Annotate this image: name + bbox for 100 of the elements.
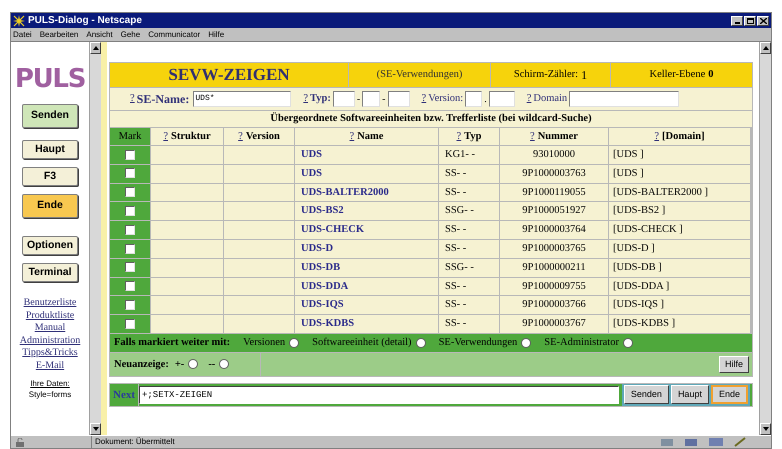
help-link[interactable]: ? <box>456 128 462 144</box>
name-link[interactable]: UDS-KDBS <box>295 315 438 333</box>
option-label: +- <box>174 358 184 372</box>
help-link[interactable]: ? <box>238 128 243 144</box>
scroll-up-button[interactable] <box>760 42 771 54</box>
menu-item[interactable]: Hilfe <box>208 28 224 40</box>
column-header: Struktur <box>170 130 211 144</box>
column-header: Mark <box>110 128 150 145</box>
input-field[interactable] <box>569 91 680 107</box>
help-link[interactable]: ? <box>163 128 168 144</box>
name-link[interactable]: UDS <box>295 146 438 164</box>
sidebar-button[interactable]: Optionen <box>22 236 78 255</box>
table-cell: [UDS-KDBS ] <box>609 315 750 333</box>
page-subtitle: (SE-Verwendungen) <box>349 63 490 87</box>
menu-item[interactable]: Bearbeiten <box>40 28 78 40</box>
separator-text: - <box>382 92 386 106</box>
puls-logo: PULS <box>14 66 86 92</box>
table-cell: [UDS-D ] <box>609 240 750 258</box>
counter-value: 1 <box>581 67 588 84</box>
name-link[interactable]: UDS-BS2 <box>295 202 438 220</box>
checkbox[interactable] <box>125 206 135 216</box>
scroll-down-button[interactable] <box>90 423 101 435</box>
option-label: Versionen <box>243 336 286 350</box>
sidebar-button[interactable]: Ende <box>22 194 78 218</box>
radio-button[interactable] <box>289 338 300 348</box>
name-link[interactable]: UDS <box>295 164 438 183</box>
table-cell: 9P1000000211 <box>500 258 608 277</box>
sidebar-link[interactable]: Manual <box>34 322 66 334</box>
checkbox[interactable] <box>125 281 135 292</box>
help-link[interactable]: ? <box>526 91 532 107</box>
option-label: SE-Verwendungen <box>438 336 518 350</box>
name-link[interactable]: UDS-IQS <box>295 296 438 314</box>
help-link[interactable]: ? <box>530 128 535 144</box>
nav-button[interactable]: Senden <box>624 385 669 404</box>
next-label: Next <box>110 384 138 406</box>
sidebar-link[interactable]: E-Mail <box>36 360 64 372</box>
minimize-button[interactable] <box>731 16 743 26</box>
table-cell: 93010000 <box>500 146 608 164</box>
sidebar-button[interactable]: F3 <box>22 167 78 186</box>
table-cell <box>151 258 223 277</box>
help-link[interactable]: ? <box>303 91 308 107</box>
name-link[interactable]: UDS-DDA <box>295 278 438 296</box>
table-cell: [UDS-CHECK ] <box>609 221 750 239</box>
radio-button[interactable] <box>188 359 198 370</box>
sidebar-link[interactable]: Benutzerliste <box>24 297 76 310</box>
name-link[interactable]: UDS-BALTER2000 <box>295 184 438 202</box>
help-link[interactable]: ? <box>422 91 426 107</box>
security-icon[interactable] <box>15 438 25 446</box>
sidebar-button[interactable]: Senden <box>22 104 78 128</box>
nav-button[interactable]: Ende <box>710 385 748 404</box>
checkbox[interactable] <box>125 262 135 272</box>
menu-item[interactable]: Datei <box>13 28 32 40</box>
radio-button[interactable] <box>416 338 426 348</box>
help-link[interactable]: ? <box>350 128 354 144</box>
input-field[interactable] <box>488 91 515 107</box>
checkbox[interactable] <box>125 187 135 198</box>
radio-button[interactable] <box>622 338 633 348</box>
checkbox[interactable] <box>125 150 135 160</box>
nav-button[interactable]: Haupt <box>670 385 709 404</box>
scroll-up-button[interactable] <box>90 42 101 54</box>
menu-item[interactable]: Communicator <box>148 28 200 40</box>
input-field[interactable] <box>388 91 410 107</box>
name-link[interactable]: UDS-CHECK <box>295 221 438 239</box>
sidebar-link[interactable]: Tipps&Tricks <box>22 347 78 360</box>
table-cell <box>224 202 294 220</box>
name-link[interactable]: UDS-D <box>295 240 438 258</box>
input-field[interactable]: UDS* <box>193 91 292 107</box>
table-cell <box>224 184 294 202</box>
table-cell: SS- - <box>439 184 499 202</box>
help-link[interactable]: ? <box>130 91 135 107</box>
input-field[interactable] <box>332 91 355 107</box>
sidebar-button[interactable]: Terminal <box>22 263 78 282</box>
sidebar-button[interactable]: Haupt <box>22 140 78 159</box>
table-cell <box>151 164 223 183</box>
checkbox[interactable] <box>125 300 135 310</box>
sidebar-link[interactable]: Produktliste <box>26 310 74 322</box>
input-field[interactable] <box>362 91 380 107</box>
main-scrollbar[interactable] <box>759 42 771 435</box>
field-label: Version: <box>428 92 464 106</box>
menu-item[interactable]: Ansicht <box>86 28 113 40</box>
checkbox[interactable] <box>125 168 135 178</box>
sidebar-link[interactable]: Administration <box>20 334 80 347</box>
counter-label: Schirm-Zähler: <box>514 68 578 82</box>
help-button[interactable]: Hilfe <box>718 356 749 373</box>
radio-button[interactable] <box>521 338 532 348</box>
help-link[interactable]: ? <box>654 128 660 144</box>
checkbox[interactable] <box>125 244 135 254</box>
radio-button[interactable] <box>219 359 230 370</box>
table-cell: [UDS ] <box>609 146 750 164</box>
checkbox[interactable] <box>125 224 135 235</box>
close-button[interactable] <box>757 16 769 26</box>
maximize-button[interactable] <box>744 16 756 26</box>
sidebar-scrollbar[interactable] <box>89 42 101 435</box>
scroll-down-button[interactable] <box>760 423 771 435</box>
input-field[interactable] <box>465 91 482 107</box>
checkbox[interactable] <box>125 318 135 329</box>
table-cell <box>224 240 294 258</box>
command-field[interactable]: +;SETX-ZEIGEN <box>139 386 619 404</box>
menu-item[interactable]: Gehe <box>120 28 140 40</box>
name-link[interactable]: UDS-DB <box>295 258 438 277</box>
